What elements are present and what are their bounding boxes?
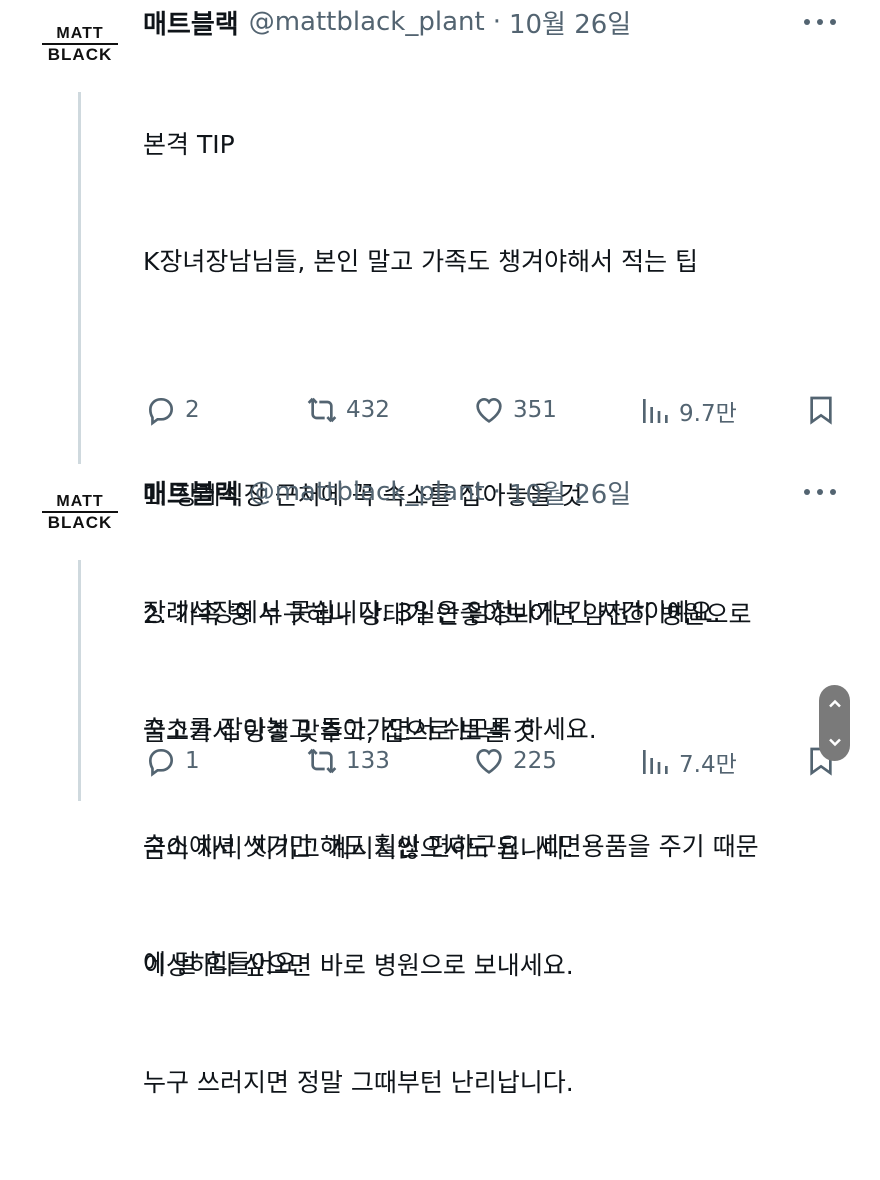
avatar-text-top: MATT	[56, 25, 104, 42]
like-button[interactable]: 225	[473, 745, 557, 777]
avatar-text-top: MATT	[56, 493, 104, 510]
avatar-text-bottom: BLACK	[47, 45, 113, 64]
tweet-line: 이상하다 싶으면 바로 병원으로 보내세요.	[143, 951, 574, 980]
author-name[interactable]: 매트블랙	[143, 474, 239, 511]
avatar-divider	[42, 511, 118, 513]
tweet-line: 2. 가족 중 누구하나 상태가 안좋아보이면 얌전히 병원으로	[143, 600, 752, 629]
retweet-count: 432	[346, 397, 390, 423]
timestamp[interactable]: 10월 26일	[509, 474, 631, 511]
separator-dot: ·	[492, 7, 501, 37]
heart-icon	[476, 748, 502, 774]
avatar[interactable]: MATT BLACK	[40, 482, 120, 542]
reply-icon	[148, 749, 174, 777]
views-count: 9.7만	[679, 401, 737, 427]
reply-button[interactable]: 1	[145, 745, 200, 777]
tweet-text: 2. 가족 중 누구하나 상태가 안좋아보이면 얌전히 병원으로 끌고가서 링겔…	[143, 517, 751, 1180]
more-icon[interactable]	[804, 10, 836, 34]
retweet-icon	[307, 397, 337, 423]
like-button[interactable]: 351	[473, 394, 557, 426]
tweet-line: 누구 쓰러지면 정말 그때부턴 난리납니다.	[143, 1068, 574, 1097]
bookmark-icon	[810, 396, 832, 425]
retweet-icon	[307, 748, 337, 774]
action-bar: 1 133 225 7.4만	[0, 741, 880, 781]
chevron-up-icon[interactable]	[827, 696, 843, 712]
tweet-header: 매트블랙 @mattblack_plant · 10월 26일	[143, 474, 631, 510]
views-button[interactable]: 9.7만	[639, 394, 737, 428]
views-icon	[643, 399, 668, 423]
tweet-line: 본격 TIP	[143, 130, 235, 159]
heart-icon	[476, 397, 502, 423]
avatar-divider	[42, 43, 118, 45]
avatar[interactable]: MATT BLACK	[40, 14, 120, 74]
views-icon	[643, 750, 668, 774]
separator-dot: ·	[492, 477, 501, 507]
more-icon[interactable]	[804, 480, 836, 504]
retweet-button[interactable]: 432	[306, 394, 390, 426]
avatar-text-bottom: BLACK	[47, 513, 113, 532]
reply-count: 1	[185, 748, 200, 774]
action-bar: 2 432 351 9.7만	[0, 390, 880, 430]
retweet-button[interactable]: 133	[306, 745, 390, 777]
reply-count: 2	[185, 397, 200, 423]
scroll-control[interactable]	[819, 685, 850, 761]
like-count: 351	[513, 397, 557, 423]
author-name[interactable]: 매트블랙	[143, 4, 239, 41]
tweet-header: 매트블랙 @mattblack_plant · 10월 26일	[143, 4, 631, 40]
reply-button[interactable]: 2	[145, 394, 200, 426]
bookmark-button[interactable]	[805, 394, 837, 426]
chevron-down-icon[interactable]	[827, 734, 843, 750]
tweet-line: 굳이 자리 지키고 계시지않으셔도 됩니다.	[143, 834, 574, 863]
author-handle[interactable]: @mattblack_plant	[249, 7, 485, 37]
author-handle[interactable]: @mattblack_plant	[249, 477, 485, 507]
views-button[interactable]: 7.4만	[639, 745, 737, 779]
like-count: 225	[513, 748, 557, 774]
reply-icon	[148, 398, 174, 426]
timestamp[interactable]: 10월 26일	[509, 4, 631, 41]
tweet-line: K장녀장남님들, 본인 말고 가족도 챙겨야해서 적는 팁	[143, 247, 699, 276]
retweet-count: 133	[346, 748, 390, 774]
views-count: 7.4만	[679, 752, 737, 778]
